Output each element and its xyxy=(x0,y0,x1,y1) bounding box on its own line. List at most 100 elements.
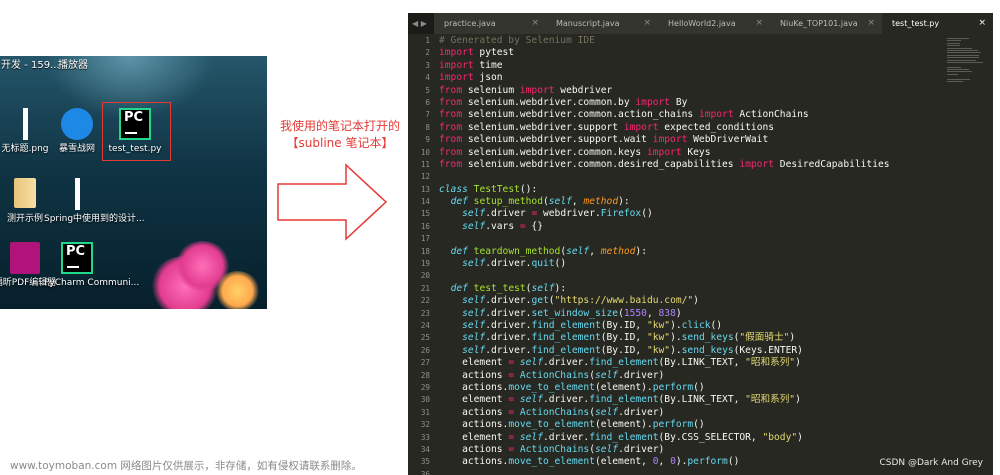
code-line: from selenium.webdriver.support import e… xyxy=(439,121,775,133)
line-number: 24 xyxy=(420,320,430,330)
desktop-top-label: 开发 - 159... xyxy=(1,60,60,70)
code-line: def teardown_method(self, method): xyxy=(450,245,647,257)
annotation-line-1: 我使用的笔记本打开的 xyxy=(279,119,400,133)
code-line: from selenium.webdriver.common.by import… xyxy=(439,96,688,108)
code-line: actions.move_to_element(element, 0, 0).p… xyxy=(439,456,740,468)
tab-practice-java[interactable]: practice.java × xyxy=(434,13,546,34)
code-line: element = self.driver.find_element(By.CS… xyxy=(439,431,803,443)
line-number: 20 xyxy=(420,271,430,281)
code-line: self.driver = webdriver.Firefox() xyxy=(462,208,653,220)
code-line: element = self.driver.find_element(By.LI… xyxy=(439,394,801,406)
code-line: actions = ActionChains(self.driver) xyxy=(439,369,665,381)
line-number: 15 xyxy=(420,209,430,219)
sublime-editor-window: ◀ ▶ practice.java × Manuscript.java × He… xyxy=(408,13,993,475)
code-line: def test_test(self): xyxy=(450,282,567,294)
code-line: from selenium.webdriver.common.action_ch… xyxy=(439,109,809,121)
code-line: self.driver.quit() xyxy=(462,258,567,270)
line-number: 21 xyxy=(420,283,430,293)
line-number: 17 xyxy=(420,234,430,244)
desktop-icon-battlenet[interactable]: 暴雪战网 xyxy=(44,108,110,155)
code-line: element = self.driver.find_element(By.LI… xyxy=(439,357,801,369)
code-line: import time xyxy=(439,59,503,71)
code-line: from selenium import webdriver xyxy=(439,84,613,96)
minimap[interactable] xyxy=(947,38,983,88)
close-icon[interactable]: × xyxy=(867,13,875,34)
author-credit: CSDN @Dark And Grey xyxy=(879,458,983,468)
tab-test-test-py[interactable]: test_test.py × xyxy=(882,13,993,34)
tab-manuscript-java[interactable]: Manuscript.java × xyxy=(546,13,658,34)
line-number: 30 xyxy=(420,395,430,405)
coral-decoration xyxy=(215,271,260,309)
line-number: 26 xyxy=(420,345,430,355)
annotation-text: 我使用的笔记本打开的 【subline 笔记本】 xyxy=(274,118,406,152)
code-line: from selenium.webdriver.support.wait imp… xyxy=(439,134,769,146)
line-number: 35 xyxy=(420,457,430,467)
close-icon[interactable]: × xyxy=(531,13,539,34)
line-number: 9 xyxy=(425,135,430,145)
line-number: 31 xyxy=(420,407,430,417)
tab-label: test_test.py xyxy=(892,19,940,28)
pdf-editor-icon xyxy=(9,242,41,274)
line-number: 33 xyxy=(420,432,430,442)
tab-label: NiuKe_TOP101.java xyxy=(780,19,858,28)
desktop-top-label: 播放器 xyxy=(58,60,88,70)
code-line: def setup_method(self, method): xyxy=(450,196,630,208)
line-number: 27 xyxy=(420,358,430,368)
desktop-icon-label: Spring中使用到的设计... xyxy=(44,214,145,224)
tab-niuke-top101-java[interactable]: NiuKe_TOP101.java × xyxy=(770,13,882,34)
code-line: self.driver.find_element(By.ID, "kw").se… xyxy=(462,332,796,344)
line-number: 6 xyxy=(425,97,430,107)
line-number: 7 xyxy=(425,110,430,120)
code-line: self.driver.get("https://www.baidu.com/"… xyxy=(462,295,699,307)
code-line: self.driver.set_window_size(1550, 838) xyxy=(462,307,682,319)
line-number: 4 xyxy=(425,73,430,83)
code-line: import pytest xyxy=(439,47,515,59)
line-number: 10 xyxy=(420,147,430,157)
line-number: 8 xyxy=(425,122,430,132)
line-number: 36 xyxy=(420,469,430,475)
close-icon[interactable]: × xyxy=(755,13,763,34)
line-number: 18 xyxy=(420,246,430,256)
folder-icon xyxy=(9,178,41,210)
desktop-icon-pycharm[interactable]: PC PyCharm Communi... xyxy=(44,242,139,289)
tab-label: Manuscript.java xyxy=(556,19,620,28)
code-line: actions.move_to_element(element).perform… xyxy=(439,419,705,431)
tab-label: practice.java xyxy=(444,19,496,28)
tab-bar: ◀ ▶ practice.java × Manuscript.java × He… xyxy=(408,13,993,34)
image-file-icon xyxy=(9,108,41,140)
line-number: 13 xyxy=(420,184,430,194)
pycharm-icon: PC xyxy=(61,242,93,274)
line-number: 16 xyxy=(420,221,430,231)
line-number: 23 xyxy=(420,308,430,318)
selection-highlight-box xyxy=(102,102,171,161)
tab-helloworld2-java[interactable]: HelloWorld2.java × xyxy=(658,13,770,34)
desktop-icon-label: 暴雪战网 xyxy=(58,144,95,154)
code-line: self.driver.find_element(By.ID, "kw").cl… xyxy=(462,319,723,331)
document-file-icon xyxy=(61,178,93,210)
line-number: 32 xyxy=(420,420,430,430)
line-number: 5 xyxy=(425,85,430,95)
code-area[interactable]: # Generated by Selenium IDE import pytest… xyxy=(439,35,939,475)
line-number-gutter: 1 2 3 4 5 6 7 8 9 10 11 12 13 14 15 16 17 18 19 20 21 22 23 24 2… xyxy=(408,35,436,475)
desktop-icon-spring-patterns[interactable]: Spring中使用到的设计... xyxy=(44,178,145,225)
desktop-top-strip: 开发 - 159... 播放器 xyxy=(0,56,267,70)
tab-nav-arrows[interactable]: ◀ ▶ xyxy=(412,13,427,34)
line-number: 28 xyxy=(420,370,430,380)
right-arrow-icon xyxy=(277,163,388,241)
line-number: 29 xyxy=(420,382,430,392)
line-number: 14 xyxy=(420,197,430,207)
close-icon[interactable]: × xyxy=(978,13,986,34)
line-number: 12 xyxy=(420,172,430,182)
close-icon[interactable]: × xyxy=(643,13,651,34)
code-line: from selenium.webdriver.common.keys impo… xyxy=(439,146,711,158)
line-number: 34 xyxy=(420,444,430,454)
annotation-line-2: 【subline 笔记本】 xyxy=(286,136,394,150)
line-number: 11 xyxy=(420,159,430,169)
code-line: self.driver.find_element(By.ID, "kw").se… xyxy=(462,344,803,356)
code-line: # Generated by Selenium IDE xyxy=(439,35,595,46)
line-number: 2 xyxy=(425,48,430,58)
tab-label: HelloWorld2.java xyxy=(668,19,736,28)
